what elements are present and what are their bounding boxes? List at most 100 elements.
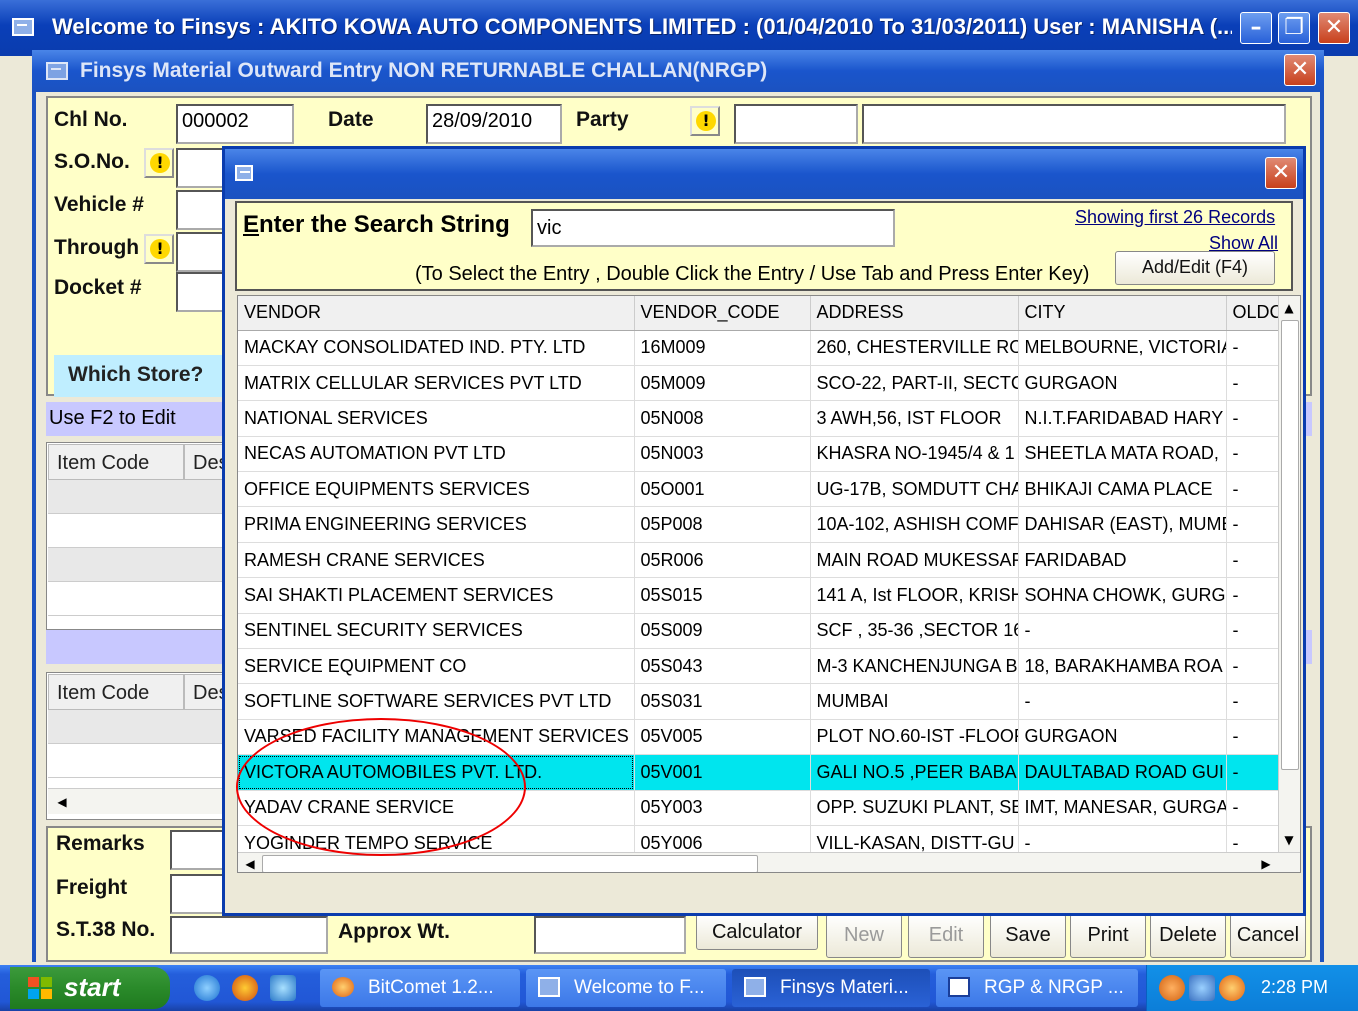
- hscroll-thumb[interactable]: [262, 855, 758, 872]
- cell-vendor[interactable]: SENTINEL SECURITY SERVICES: [238, 613, 635, 650]
- cell-vendor-code[interactable]: 05R006: [634, 542, 811, 579]
- cell-vendor[interactable]: MATRIX CELLULAR SERVICES PVT LTD: [238, 365, 635, 402]
- add-edit-button[interactable]: Add/Edit (F4): [1115, 251, 1275, 285]
- vendor-row[interactable]: SENTINEL SECURITY SERVICES 05S009 SCF , 35…: [238, 613, 1290, 650]
- firefox-icon[interactable]: [232, 975, 258, 1001]
- cell-vendor[interactable]: SERVICE EQUIPMENT CO: [238, 648, 635, 685]
- cell-city[interactable]: FARIDABAD: [1018, 542, 1227, 579]
- cell-address[interactable]: GALI NO.5 ,PEER BABA: [810, 754, 1019, 791]
- grid1-row[interactable]: [48, 548, 236, 582]
- cell-city[interactable]: N.I.T.FARIDABAD HARY: [1018, 400, 1227, 437]
- grid2-hscrollbar[interactable]: ◀: [48, 788, 236, 814]
- cell-vendor-code[interactable]: 05M009: [634, 365, 811, 402]
- close-icon[interactable]: ✕: [1318, 12, 1350, 44]
- network-icon[interactable]: [1189, 975, 1215, 1001]
- maximize-icon[interactable]: ❐: [1278, 12, 1310, 44]
- save-button[interactable]: Save: [990, 914, 1066, 958]
- cell-vendor-code[interactable]: 05S009: [634, 613, 811, 650]
- vendor-row[interactable]: OFFICE EQUIPMENTS SERVICES 05O001 UG-17B, …: [238, 471, 1290, 508]
- cell-city[interactable]: SOHNA CHOWK, GURG.: [1018, 577, 1227, 614]
- delete-button[interactable]: Delete: [1150, 914, 1226, 958]
- new-button[interactable]: New: [826, 914, 902, 958]
- search-input[interactable]: vic: [531, 209, 895, 247]
- so-lookup-button[interactable]: !: [144, 148, 174, 178]
- vendor-row[interactable]: MATRIX CELLULAR SERVICES PVT LTD 05M009 SC…: [238, 365, 1290, 402]
- task-welcome[interactable]: Welcome to F...: [526, 969, 726, 1007]
- cell-vendor[interactable]: SOFTLINE SOFTWARE SERVICES PVT LTD: [238, 683, 635, 720]
- cell-vendor[interactable]: NECAS AUTOMATION PVT LTD: [238, 436, 635, 473]
- remarks-field[interactable]: [170, 830, 230, 870]
- chl-no-field[interactable]: 000002: [176, 104, 294, 144]
- cell-address[interactable]: MAIN ROAD MUKESSAR: [810, 542, 1019, 579]
- cell-vendor-code[interactable]: 05S031: [634, 683, 811, 720]
- cell-vendor-code[interactable]: 05P008: [634, 506, 811, 543]
- task-bitcomet[interactable]: BitComet 1.2...: [320, 969, 520, 1007]
- entry-close-icon[interactable]: ✕: [1284, 54, 1316, 86]
- approx-wt-field[interactable]: [534, 916, 686, 954]
- print-button[interactable]: Print: [1070, 914, 1146, 958]
- scroll-up-icon[interactable]: ▲: [1279, 298, 1299, 318]
- vscroll-thumb[interactable]: [1281, 320, 1299, 770]
- bitcomet-tray-icon[interactable]: [1219, 975, 1245, 1001]
- col-header-address[interactable]: ADDRESS: [810, 296, 1019, 331]
- cell-address[interactable]: UG-17B, SOMDUTT CHA: [810, 471, 1019, 508]
- cell-address[interactable]: 10A-102, ASHISH COMF: [810, 506, 1019, 543]
- col-header-city[interactable]: CITY: [1018, 296, 1227, 331]
- cell-address[interactable]: 3 AWH,56, IST FLOOR: [810, 400, 1019, 437]
- cell-address[interactable]: SCO-22, PART-II, SECTC: [810, 365, 1019, 402]
- cell-city[interactable]: IMT, MANESAR, GURGA: [1018, 790, 1227, 826]
- scroll-down-icon[interactable]: ▼: [1279, 830, 1299, 850]
- vendor-row[interactable]: RAMESH CRANE SERVICES 05R006 MAIN ROAD MUK…: [238, 542, 1290, 579]
- cell-address[interactable]: MUMBAI: [810, 683, 1019, 720]
- vendor-row[interactable]: NECAS AUTOMATION PVT LTD 05N003 KHASRA NO-…: [238, 436, 1290, 473]
- cell-vendor-code[interactable]: 16M009: [634, 330, 811, 366]
- vendor-row[interactable]: PRIMA ENGINEERING SERVICES 05P008 10A-102,…: [238, 506, 1290, 543]
- cell-city[interactable]: -: [1018, 613, 1227, 650]
- cell-vendor-code[interactable]: 05O001: [634, 471, 811, 508]
- grid2-row[interactable]: [48, 744, 236, 778]
- results-vscrollbar[interactable]: ▲ ▼: [1278, 296, 1300, 854]
- col-header-vendor-code[interactable]: VENDOR_CODE: [634, 296, 811, 331]
- vendor-row[interactable]: SOFTLINE SOFTWARE SERVICES PVT LTD 05S031…: [238, 683, 1290, 720]
- through-lookup-button[interactable]: !: [144, 234, 174, 264]
- cell-city[interactable]: 18, BARAKHAMBA ROA: [1018, 648, 1227, 685]
- task-word-doc[interactable]: RGP & NRGP ...: [936, 969, 1138, 1007]
- cell-address[interactable]: PLOT NO.60-IST -FLOOF: [810, 719, 1019, 756]
- party-code-field[interactable]: [734, 104, 858, 144]
- cell-vendor[interactable]: NATIONAL SERVICES: [238, 400, 635, 437]
- cell-vendor[interactable]: RAMESH CRANE SERVICES: [238, 542, 635, 579]
- cell-city[interactable]: DAULTABAD ROAD GUI: [1018, 754, 1227, 791]
- cell-city[interactable]: -: [1018, 683, 1227, 720]
- minimize-icon[interactable]: –: [1240, 12, 1272, 44]
- cell-vendor-code[interactable]: 05N008: [634, 400, 811, 437]
- cell-city[interactable]: BHIKAJI CAMA PLACE: [1018, 471, 1227, 508]
- scroll-left-icon[interactable]: ◀: [240, 854, 260, 872]
- internet-explorer-icon[interactable]: [194, 975, 220, 1001]
- showing-records-link[interactable]: Showing first 26 Records: [1075, 207, 1275, 228]
- cell-vendor-code[interactable]: 05Y003: [634, 790, 811, 826]
- vendor-row[interactable]: NATIONAL SERVICES 05N008 3 AWH,56, IST FLO…: [238, 400, 1290, 437]
- freight-field[interactable]: [170, 874, 230, 914]
- dialog-close-icon[interactable]: ✕: [1265, 157, 1297, 189]
- cell-vendor-code[interactable]: 05V001: [634, 754, 811, 791]
- cell-address[interactable]: KHASRA NO-1945/4 & 1: [810, 436, 1019, 473]
- cell-address[interactable]: 141 A, Ist FLOOR, KRISH: [810, 577, 1019, 614]
- grid2-row[interactable]: [48, 710, 236, 744]
- cell-city[interactable]: GURGAON: [1018, 719, 1227, 756]
- cell-vendor[interactable]: OFFICE EQUIPMENTS SERVICES: [238, 471, 635, 508]
- party-name-field[interactable]: [862, 104, 1286, 144]
- cell-city[interactable]: DAHISAR (EAST), MUME: [1018, 506, 1227, 543]
- grid1-row[interactable]: [48, 582, 236, 616]
- st38-field[interactable]: [170, 916, 328, 954]
- cancel-button[interactable]: Cancel: [1230, 914, 1306, 958]
- cell-vendor[interactable]: MACKAY CONSOLIDATED IND. PTY. LTD: [238, 330, 635, 366]
- cell-city[interactable]: MELBOURNE, VICTORIA: [1018, 330, 1227, 366]
- calculator-button[interactable]: Calculator: [696, 914, 818, 950]
- vendor-row[interactable]: SAI SHAKTI PLACEMENT SERVICES 05S015 141 A…: [238, 577, 1290, 614]
- cell-city[interactable]: GURGAON: [1018, 365, 1227, 402]
- start-button[interactable]: start: [10, 967, 170, 1009]
- scroll-right-icon[interactable]: ▶: [1256, 854, 1276, 872]
- party-lookup-button[interactable]: !: [690, 106, 720, 136]
- cell-vendor[interactable]: PRIMA ENGINEERING SERVICES: [238, 506, 635, 543]
- grid1-row[interactable]: [48, 480, 236, 514]
